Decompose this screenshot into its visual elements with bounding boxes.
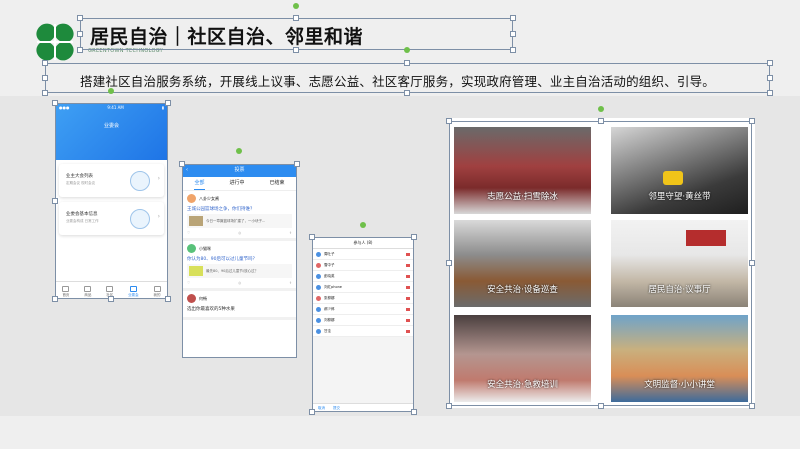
page-title: 居民自治｜社区自治、邻里和谐 [90, 26, 364, 48]
rotate-handle[interactable] [598, 106, 604, 112]
resize-handle[interactable] [510, 47, 516, 53]
resize-handle[interactable] [42, 90, 48, 96]
resize-handle[interactable] [767, 60, 773, 66]
grid-selection-frame[interactable] [449, 121, 752, 406]
resize-handle[interactable] [42, 75, 48, 81]
resize-handle[interactable] [108, 296, 114, 302]
resize-handle[interactable] [404, 90, 410, 96]
resize-handle[interactable] [42, 60, 48, 66]
greentown-logo [36, 23, 74, 61]
rotate-handle[interactable] [108, 88, 114, 94]
resize-handle[interactable] [446, 118, 452, 124]
page-subtitle: 搭建社区自治服务系统，开展线上议事、志愿公益、社区客厅服务，实现政府管理、业主自… [80, 74, 716, 89]
phone3-selection-frame[interactable] [312, 237, 414, 412]
resize-handle[interactable] [411, 409, 417, 415]
rotate-handle[interactable] [293, 3, 299, 9]
rotate-handle[interactable] [404, 47, 410, 53]
resize-handle[interactable] [446, 403, 452, 409]
resize-handle[interactable] [598, 403, 604, 409]
resize-handle[interactable] [749, 403, 755, 409]
resize-handle[interactable] [446, 260, 452, 266]
resize-handle[interactable] [404, 60, 410, 66]
resize-handle[interactable] [165, 296, 171, 302]
resize-handle[interactable] [510, 15, 516, 21]
resize-handle[interactable] [411, 234, 417, 240]
resize-handle[interactable] [165, 100, 171, 106]
resize-handle[interactable] [749, 260, 755, 266]
resize-handle[interactable] [749, 118, 755, 124]
resize-handle[interactable] [52, 198, 58, 204]
resize-handle[interactable] [293, 15, 299, 21]
resize-handle[interactable] [510, 31, 516, 37]
resize-handle[interactable] [77, 47, 83, 53]
resize-handle[interactable] [179, 161, 185, 167]
resize-handle[interactable] [309, 234, 315, 240]
resize-handle[interactable] [294, 161, 300, 167]
resize-handle[interactable] [767, 90, 773, 96]
resize-handle[interactable] [309, 409, 315, 415]
resize-handle[interactable] [77, 15, 83, 21]
rotate-handle[interactable] [236, 148, 242, 154]
resize-handle[interactable] [77, 31, 83, 37]
phone2-selection-frame[interactable] [182, 164, 297, 358]
resize-handle[interactable] [767, 75, 773, 81]
rotate-handle[interactable] [360, 222, 366, 228]
resize-handle[interactable] [52, 100, 58, 106]
resize-handle[interactable] [598, 118, 604, 124]
phone1-selection-frame[interactable] [55, 103, 168, 299]
resize-handle[interactable] [52, 296, 58, 302]
